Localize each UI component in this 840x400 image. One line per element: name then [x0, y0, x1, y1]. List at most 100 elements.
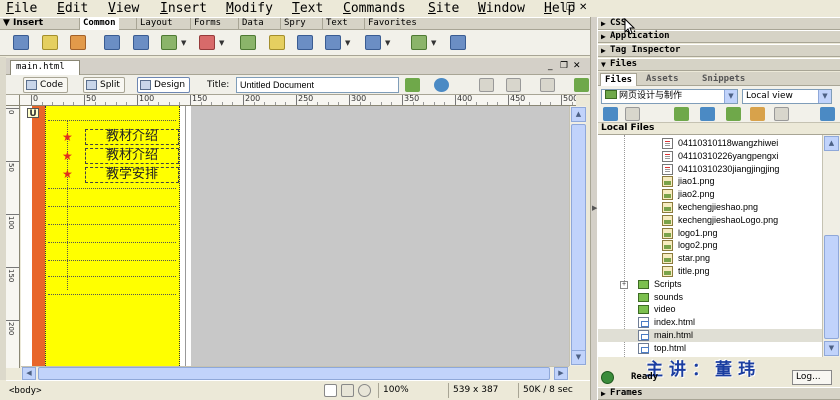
hyperlink-icon[interactable]: [13, 35, 29, 50]
menu-window[interactable]: Window: [478, 1, 525, 16]
media-icon[interactable]: [199, 35, 215, 50]
panel-tag-inspector[interactable]: ▶ Tag Inspector: [598, 44, 840, 57]
anchor-marker[interactable]: U: [27, 108, 39, 119]
scroll-up-icon[interactable]: ▲: [571, 107, 586, 122]
design-view-button[interactable]: Design: [137, 77, 191, 93]
files-vertical-scrollbar[interactable]: ▲ ▼: [822, 135, 840, 357]
image-icon[interactable]: [161, 35, 177, 50]
menu-file[interactable]: File: [6, 1, 37, 16]
site-select[interactable]: 网页设计与制作 ▼: [601, 89, 738, 104]
collapse-arrow-icon[interactable]: ▶: [592, 205, 597, 212]
chevron-down-icon[interactable]: ▼: [818, 90, 831, 103]
file-row[interactable]: 04110310118wangzhiwei: [598, 137, 822, 150]
template-icon[interactable]: [297, 35, 313, 50]
tab-text[interactable]: Text: [322, 18, 351, 30]
insert-bar-title[interactable]: ▼ Insert: [3, 18, 43, 29]
synchronize-icon[interactable]: [774, 107, 789, 121]
check-out-icon[interactable]: [726, 107, 741, 121]
file-row[interactable]: kechengjieshaoLogo.png: [598, 214, 822, 227]
nav-item[interactable]: 教材介绍: [85, 148, 179, 164]
table-icon[interactable]: [104, 35, 120, 50]
visual-aids-icon[interactable]: [540, 78, 555, 92]
expand-icon[interactable]: +: [620, 280, 628, 289]
tab-files[interactable]: Files: [600, 73, 638, 86]
file-row[interactable]: jiao2.png: [598, 188, 822, 201]
file-row[interactable]: logo1.png: [598, 227, 822, 240]
frame-border[interactable]: [180, 106, 186, 366]
panel-files[interactable]: ▼ Files: [598, 58, 840, 71]
menu-text[interactable]: Text: [292, 1, 323, 16]
menu-view[interactable]: View: [108, 1, 139, 16]
scroll-down-icon[interactable]: ▼: [571, 350, 586, 365]
file-row[interactable]: index.html: [598, 316, 822, 329]
tab-assets[interactable]: Assets: [642, 73, 683, 86]
script-icon[interactable]: [411, 35, 427, 50]
select-tool-icon[interactable]: [324, 384, 337, 397]
head-icon[interactable]: [365, 35, 381, 50]
connect-icon[interactable]: [603, 107, 618, 121]
tab-spry[interactable]: Spry: [280, 18, 309, 30]
named-anchor-icon[interactable]: [70, 35, 86, 50]
design-canvas[interactable]: U ★ 教材介绍 ★ 教材介绍 ★ 教学安排: [21, 106, 569, 366]
server-comment-icon[interactable]: [269, 35, 285, 50]
code-view-button[interactable]: Code: [23, 77, 69, 93]
scroll-right-icon[interactable]: ▶: [554, 367, 568, 380]
menu-modify[interactable]: Modify: [226, 1, 273, 16]
tag-selector[interactable]: <body>: [9, 385, 42, 397]
nav-item[interactable]: 教材介绍: [85, 129, 179, 145]
chevron-down-icon[interactable]: ▼: [181, 40, 186, 47]
refresh-icon[interactable]: [479, 78, 494, 92]
get-files-icon[interactable]: [674, 107, 689, 121]
expand-panel-icon[interactable]: [820, 107, 835, 121]
design-vertical-scrollbar[interactable]: ▲ ▼: [569, 106, 586, 366]
file-row[interactable]: jiao1.png: [598, 175, 822, 188]
yellow-nav-panel[interactable]: [45, 106, 180, 366]
chevron-down-icon[interactable]: ▼: [385, 40, 390, 47]
file-management-icon[interactable]: [405, 78, 420, 92]
menu-edit[interactable]: Edit: [57, 1, 88, 16]
tab-snippets[interactable]: Snippets: [698, 73, 749, 86]
scroll-thumb[interactable]: [571, 124, 586, 354]
panel-frames[interactable]: ▶ Frames: [598, 387, 840, 400]
chevron-down-icon[interactable]: ▼: [724, 90, 737, 103]
menu-commands[interactable]: Commands: [343, 1, 406, 16]
email-link-icon[interactable]: [42, 35, 58, 50]
view-options-icon[interactable]: [506, 78, 521, 92]
design-horizontal-scrollbar[interactable]: ◀ ▶: [21, 366, 569, 380]
zoom-select[interactable]: 100%: [378, 383, 436, 398]
tab-forms[interactable]: Forms: [190, 18, 224, 30]
put-files-icon[interactable]: [700, 107, 715, 121]
scroll-thumb[interactable]: [38, 367, 550, 380]
menu-site[interactable]: Site: [428, 1, 459, 16]
template-icon[interactable]: [450, 35, 466, 50]
file-row[interactable]: title.png: [598, 265, 822, 278]
file-row[interactable]: top.html: [598, 342, 822, 355]
file-row[interactable]: main.html: [598, 329, 822, 342]
chevron-down-icon[interactable]: ▼: [345, 40, 350, 47]
file-row[interactable]: star.png: [598, 252, 822, 265]
restore-icon[interactable]: ❐: [566, 2, 575, 14]
date-icon[interactable]: [240, 35, 256, 50]
tab-layout[interactable]: Layout: [136, 18, 176, 30]
zoom-tool-icon[interactable]: [358, 384, 371, 397]
refresh-icon[interactable]: [625, 107, 640, 121]
scroll-left-icon[interactable]: ◀: [22, 367, 36, 380]
chevron-down-icon[interactable]: ▼: [431, 40, 436, 47]
close-icon[interactable]: ✕: [579, 2, 587, 14]
split-view-button[interactable]: Split: [83, 77, 125, 93]
window-size[interactable]: 539 x 387: [448, 383, 518, 398]
maximize-icon[interactable]: ❐: [560, 61, 568, 72]
scroll-up-icon[interactable]: ▲: [824, 136, 839, 151]
panel-splitter[interactable]: ▶: [590, 17, 598, 400]
file-row[interactable]: logo2.png: [598, 239, 822, 252]
chevron-down-icon[interactable]: ▼: [219, 40, 224, 47]
hand-tool-icon[interactable]: [341, 384, 354, 397]
file-row[interactable]: 04110310230jiangjingjing: [598, 163, 822, 176]
minimize-icon[interactable]: _: [548, 61, 553, 72]
tag-chooser-icon[interactable]: [325, 35, 341, 50]
file-row[interactable]: video: [598, 303, 822, 316]
tab-favorites[interactable]: Favorites: [364, 18, 420, 30]
file-row[interactable]: 04110310226yangpengxi: [598, 150, 822, 163]
nav-item[interactable]: 教学安排: [85, 167, 179, 183]
file-row[interactable]: kechengjieshao.png: [598, 201, 822, 214]
